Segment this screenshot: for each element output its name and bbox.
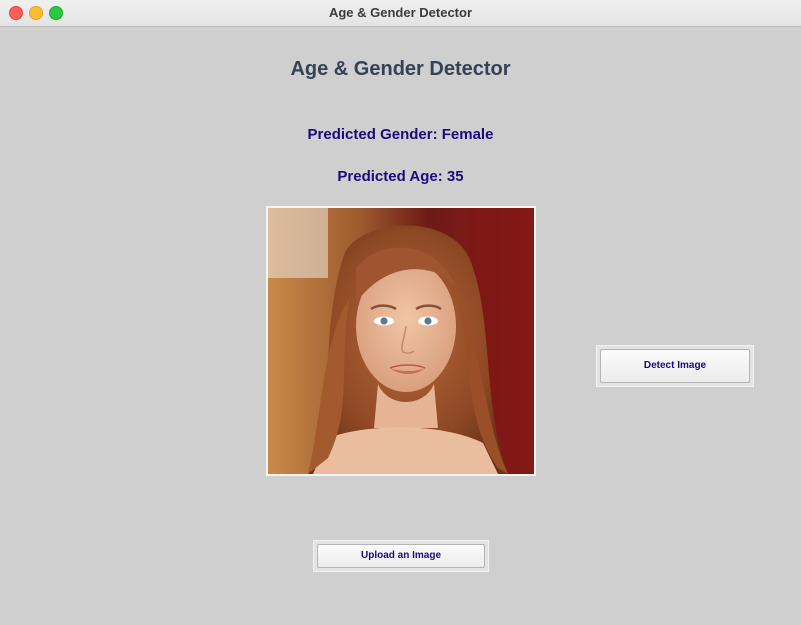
detect-image-button[interactable]: Detect Image — [600, 349, 750, 383]
uploaded-photo — [266, 206, 536, 476]
upload-image-button[interactable]: Upload an Image — [317, 544, 485, 568]
portrait-image — [268, 208, 534, 474]
title-bar[interactable]: Age & Gender Detector — [0, 0, 801, 27]
window-title: Age & Gender Detector — [328, 5, 473, 20]
detect-image-button-frame: Detect Image — [596, 345, 754, 387]
predicted-age-label: Predicted Age: 35 — [337, 168, 464, 185]
page-heading: Age & Gender Detector — [290, 58, 511, 80]
app-window: Age & Gender Detector Age & Gender Detec… — [0, 0, 801, 625]
upload-image-button-frame: Upload an Image — [313, 540, 489, 572]
predicted-gender-label: Predicted Gender: Female — [307, 126, 494, 143]
